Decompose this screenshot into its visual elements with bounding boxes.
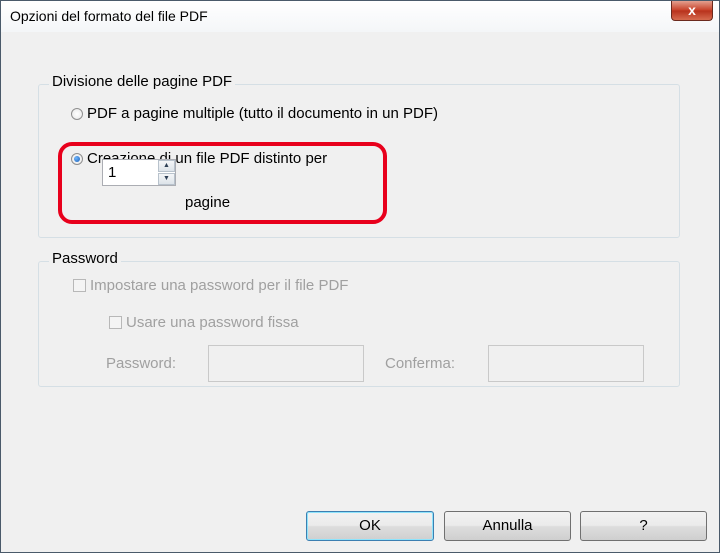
pages-value: 1 [108,164,117,181]
fixed-password-label: Usare una password fissa [126,314,299,331]
cancel-button[interactable]: Annulla [444,511,571,541]
set-password-checkbox[interactable]: Impostare una password per il file PDF [73,277,348,294]
ok-button[interactable]: OK [306,511,434,541]
set-password-label: Impostare una password per il file PDF [90,277,349,294]
confirm-field-label: Conferma: [385,355,456,372]
division-group-label: Divisione delle pagine PDF [49,73,236,90]
radio-multipage[interactable]: PDF a pagine multiple (tutto il document… [71,105,438,122]
pages-unit-label: pagine [185,194,231,211]
spin-down-button[interactable]: ▼ [158,173,175,185]
help-button[interactable]: ? [580,511,707,541]
fixed-password-box[interactable] [109,316,122,329]
fixed-password-checkbox[interactable]: Usare una password fissa [109,314,299,331]
confirm-input[interactable] [488,345,644,382]
close-button[interactable]: x [671,1,713,21]
spin-up-button[interactable]: ▲ [158,160,175,172]
password-field-label: Password: [106,355,177,372]
chevron-down-icon: ▼ [163,175,170,182]
pages-spinner: ▲ ▼ [158,160,175,185]
radio-multipage-indicator[interactable] [71,107,83,120]
close-icon: x [688,2,696,18]
window-title: Opzioni del formato del file PDF [10,8,208,24]
dialog-window: Opzioni del formato del file PDF x Divis… [0,0,720,553]
password-input[interactable] [208,345,364,382]
password-group-label: Password [49,250,121,267]
dialog-body: Divisione delle pagine PDF PDF a pagine … [1,32,719,552]
radio-split-indicator[interactable] [71,152,83,165]
chevron-up-icon: ▲ [163,162,170,169]
title-bar[interactable]: Opzioni del formato del file PDF x [1,1,719,33]
radio-multipage-label: PDF a pagine multiple (tutto il document… [87,105,438,122]
set-password-box[interactable] [73,279,86,292]
